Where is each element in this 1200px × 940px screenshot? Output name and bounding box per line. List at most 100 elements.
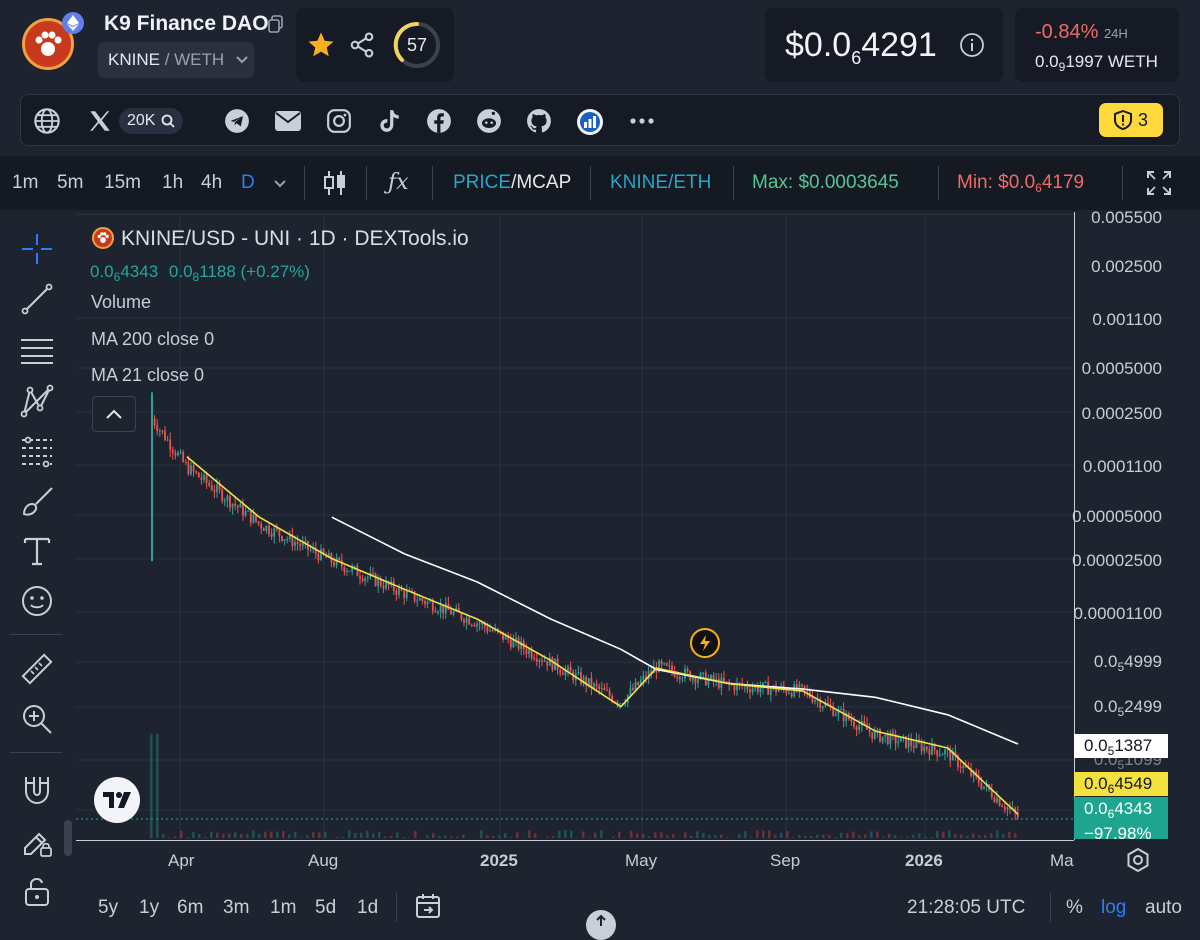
log-toggle[interactable]: log — [1101, 897, 1126, 919]
y-tick: 0.00001100 — [1042, 604, 1162, 624]
arrow-up-icon — [596, 915, 606, 927]
pattern-icon[interactable] — [18, 382, 56, 420]
volume-bar — [702, 833, 705, 838]
tiktok-icon[interactable] — [376, 108, 402, 134]
range-5d[interactable]: 5d — [315, 897, 336, 919]
more-icon[interactable] — [629, 117, 655, 125]
range-3m[interactable]: 3m — [223, 897, 249, 919]
range-1m[interactable]: 1m — [270, 897, 296, 919]
x-axis[interactable] — [76, 840, 1074, 841]
candle — [942, 754, 944, 755]
max-price: Max: $0.0003645 — [752, 172, 899, 194]
text-tool-icon[interactable] — [18, 532, 56, 570]
share-icon[interactable] — [348, 31, 376, 59]
horizontal-lines-icon[interactable] — [18, 332, 56, 370]
candle — [315, 548, 317, 553]
volume-bar — [930, 837, 933, 838]
legend-collapse-button[interactable] — [92, 396, 136, 432]
audit-badge[interactable]: 3 — [1099, 103, 1163, 137]
timeframe-5m[interactable]: 5m — [57, 172, 83, 194]
unlock-icon[interactable] — [18, 872, 56, 910]
auto-toggle[interactable]: auto — [1145, 897, 1182, 919]
info-icon[interactable] — [959, 32, 985, 58]
range-1y[interactable]: 1y — [139, 897, 159, 919]
scroll-to-bottom-button[interactable] — [586, 910, 616, 940]
news-event-icon[interactable] — [690, 628, 720, 658]
fullscreen-icon[interactable] — [1146, 170, 1172, 196]
timeframe-4h[interactable]: 4h — [201, 172, 222, 194]
chart-settings-gear-icon[interactable] — [1126, 848, 1150, 872]
candle — [994, 798, 996, 802]
candles-icon[interactable] — [323, 170, 347, 196]
trend-line-icon[interactable] — [18, 280, 56, 318]
indicators-fx-icon[interactable]: ƒx — [388, 170, 409, 195]
telegram-icon[interactable] — [224, 108, 250, 134]
legend-ma21[interactable]: MA 21 close 0 — [91, 365, 204, 386]
timeframe-15m[interactable]: 15m — [104, 172, 141, 194]
emoji-icon[interactable] — [18, 582, 56, 620]
candle — [908, 740, 910, 748]
pair-selector[interactable]: KNINE / WETH — [98, 42, 254, 78]
volume-bar — [252, 830, 255, 838]
candle — [637, 682, 639, 685]
candle — [338, 558, 340, 560]
volume-bar — [486, 835, 489, 838]
followers-pill[interactable]: 20K — [119, 108, 183, 134]
timeframe-chevron-icon[interactable] — [274, 180, 286, 188]
pair-toggle[interactable]: KNINE/ETH — [610, 172, 711, 194]
volume-bar — [294, 832, 297, 838]
candle — [162, 430, 164, 431]
globe-icon[interactable] — [33, 107, 61, 135]
tradingview-logo[interactable] — [94, 777, 140, 823]
x-twitter-icon[interactable] — [87, 108, 113, 134]
legend-volume[interactable]: Volume — [91, 292, 151, 313]
volume-bar — [534, 833, 537, 838]
brush-icon[interactable] — [18, 482, 56, 520]
toolbar-scrollbar[interactable] — [64, 820, 72, 856]
percent-toggle[interactable]: % — [1066, 897, 1083, 919]
coinmarketcap-icon[interactable] — [576, 108, 604, 136]
volume-bar — [636, 833, 639, 838]
candle — [419, 598, 421, 600]
candle — [666, 663, 668, 665]
copy-icon[interactable] — [268, 15, 284, 33]
candle — [211, 485, 213, 490]
range-1d[interactable]: 1d — [357, 897, 378, 919]
volume-bar — [1002, 834, 1005, 838]
favorite-star-icon[interactable] — [306, 30, 336, 60]
candle — [151, 415, 153, 418]
candle — [279, 530, 281, 536]
candle — [955, 751, 957, 755]
volume-bar — [804, 836, 807, 838]
reddit-icon[interactable] — [476, 108, 502, 134]
candle — [929, 750, 931, 755]
magnet-icon[interactable] — [18, 770, 56, 808]
ma21-line — [187, 457, 1018, 815]
github-icon[interactable] — [526, 108, 552, 134]
fib-levels-icon[interactable] — [18, 432, 56, 470]
go-to-date-icon[interactable] — [414, 892, 442, 920]
range-6m[interactable]: 6m — [177, 897, 203, 919]
candle — [398, 588, 400, 595]
lock-pencil-icon[interactable] — [18, 822, 56, 860]
utc-time[interactable]: 21:28:05 UTC — [907, 897, 1025, 919]
ruler-icon[interactable] — [18, 650, 56, 688]
instagram-icon[interactable] — [326, 108, 352, 134]
zoom-in-icon[interactable] — [18, 700, 56, 738]
facebook-icon[interactable] — [426, 108, 452, 134]
legend-ma200[interactable]: MA 200 close 0 — [91, 329, 214, 350]
timeframe-1m[interactable]: 1m — [12, 172, 38, 194]
volume-bar — [690, 836, 693, 838]
candle — [393, 581, 395, 590]
candle — [949, 749, 951, 760]
price-mcap-toggle[interactable]: PRICE/MCAP — [453, 172, 571, 194]
candle — [190, 466, 192, 475]
crosshair-icon[interactable] — [18, 230, 56, 268]
timeframe-1h[interactable]: 1h — [162, 172, 183, 194]
range-5y[interactable]: 5y — [98, 897, 118, 919]
score-gauge[interactable]: 57 — [392, 20, 442, 70]
candle — [804, 686, 806, 690]
email-icon[interactable] — [274, 110, 302, 132]
timeframe-d[interactable]: D — [241, 172, 255, 194]
candle — [445, 603, 447, 613]
